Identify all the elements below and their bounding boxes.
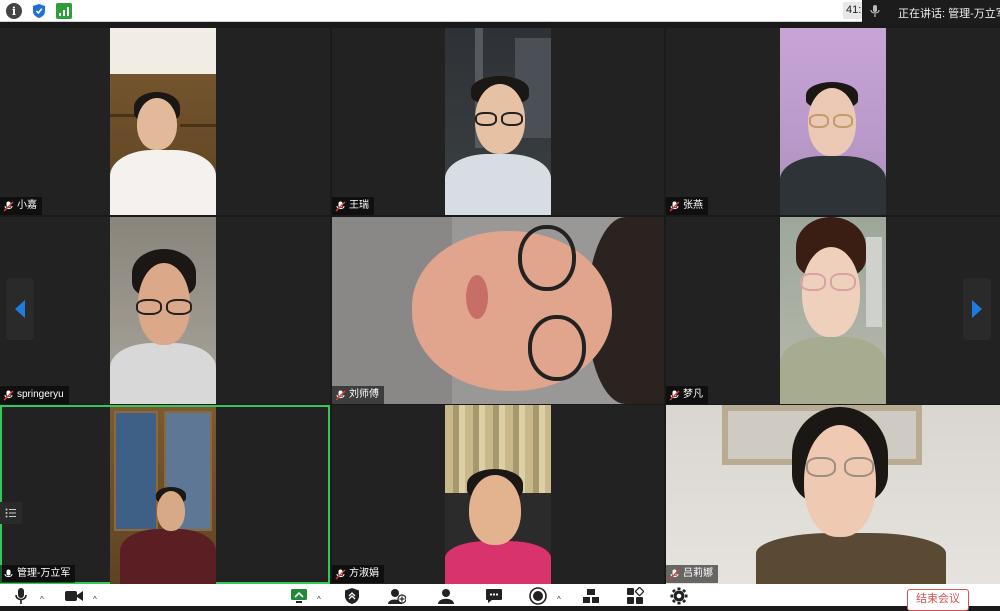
share-screen-button[interactable] (289, 587, 309, 605)
participant-name: 方淑娟 (349, 568, 379, 579)
participant-video (445, 28, 551, 215)
muted-microphone-icon (3, 390, 14, 400)
browser-top-bar: i 41: (0, 0, 1000, 22)
participant-video (666, 405, 1000, 584)
participant-name-tag: 小嘉 (0, 197, 42, 215)
participant-name: 吕莉娜 (683, 568, 713, 579)
participant-video (110, 28, 216, 215)
participant-name-tag: 张燕 (666, 197, 708, 215)
participant-tile[interactable]: 刘师傅 (332, 217, 664, 404)
breakout-rooms-icon (583, 589, 599, 603)
security-icon (345, 588, 359, 604)
video-gallery: 小嘉 王瑞 张燕 springeryu 刘师傅 梦凡 管理-万立军 方淑娟 吕莉… (0, 28, 1000, 584)
muted-microphone-icon (669, 390, 680, 400)
participant-tile[interactable]: 王瑞 (332, 28, 664, 215)
end-meeting-button[interactable]: 结束会议 (907, 589, 969, 611)
microphone-icon (4, 569, 13, 577)
chat-icon (486, 589, 502, 603)
microphone-icon (868, 4, 882, 18)
apps-icon (627, 587, 644, 604)
participant-tile[interactable]: springeryu (0, 217, 330, 404)
arrow-right-icon (972, 300, 982, 318)
participant-name-tag: springeryu (0, 386, 69, 404)
muted-microphone-icon (335, 569, 346, 579)
list-icon (5, 508, 16, 518)
participants-button[interactable] (436, 587, 456, 605)
view-list-button[interactable] (0, 502, 22, 524)
security-button[interactable] (342, 587, 362, 605)
participant-name: 管理-万立军 (17, 568, 71, 579)
participant-name-tag: 管理-万立军 (0, 565, 76, 583)
participant-tile[interactable]: 小嘉 (0, 28, 330, 215)
apps-button[interactable] (625, 587, 645, 605)
participant-video (110, 407, 216, 584)
participant-video (445, 405, 551, 584)
share-options-caret[interactable]: ^ (317, 596, 323, 604)
next-page-button[interactable] (963, 278, 991, 340)
participant-name-tag: 吕莉娜 (666, 565, 718, 583)
muted-microphone-icon (669, 569, 680, 579)
participant-name: 王瑞 (349, 200, 369, 211)
participant-video (110, 217, 216, 404)
muted-microphone-icon (669, 201, 680, 211)
participant-name: 刘师傅 (349, 389, 379, 400)
invite-button[interactable] (387, 587, 407, 605)
participant-tile[interactable]: 吕莉娜 (666, 405, 1000, 584)
info-icon[interactable]: i (6, 3, 22, 19)
participant-name: 梦凡 (683, 389, 703, 400)
breakout-rooms-button[interactable] (581, 587, 601, 605)
participant-video (332, 217, 664, 404)
muted-microphone-icon (335, 201, 346, 211)
video-button[interactable] (64, 587, 84, 605)
participant-name-tag: 方淑娟 (332, 565, 384, 583)
participant-video (780, 28, 886, 215)
microphone-button[interactable] (11, 587, 31, 605)
participant-tile[interactable]: 方淑娟 (332, 405, 664, 584)
participant-video (780, 217, 886, 404)
participant-name-tag: 王瑞 (332, 197, 374, 215)
meeting-toolbar: ^ ^ ^ ^ (0, 584, 1000, 606)
participant-name: springeryu (17, 389, 64, 400)
microphone-icon (15, 588, 27, 604)
participant-name: 张燕 (683, 200, 703, 211)
participant-tile-active-speaker[interactable]: 管理-万立军 (0, 405, 330, 584)
video-options-caret[interactable]: ^ (93, 596, 99, 604)
microphone-options-caret[interactable]: ^ (40, 596, 46, 604)
chat-button[interactable] (484, 587, 504, 605)
speaking-label: 正在讲话: 管理-万立军; (898, 8, 1000, 20)
participants-icon (438, 589, 454, 604)
participant-tile[interactable]: 梦凡 (666, 217, 1000, 404)
signal-icon[interactable] (56, 3, 72, 19)
muted-microphone-icon (335, 390, 346, 400)
muted-microphone-icon (3, 201, 14, 211)
participant-name-tag: 梦凡 (666, 386, 708, 404)
settings-button[interactable] (669, 587, 689, 605)
record-button[interactable] (528, 587, 548, 605)
share-screen-icon (291, 589, 307, 603)
settings-gear-icon (670, 587, 688, 605)
participant-name: 小嘉 (17, 200, 37, 211)
participant-name-tag: 刘师傅 (332, 386, 384, 404)
record-icon (529, 587, 547, 605)
record-options-caret[interactable]: ^ (557, 596, 563, 604)
add-participant-icon (388, 589, 406, 604)
arrow-left-icon (15, 300, 25, 318)
video-camera-icon (65, 591, 83, 601)
shield-icon[interactable] (31, 3, 47, 19)
participant-tile[interactable]: 张燕 (666, 28, 1000, 215)
previous-page-button[interactable] (6, 278, 34, 340)
